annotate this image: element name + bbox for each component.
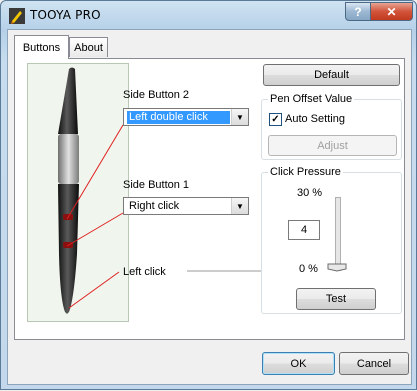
checkmark-icon: ✓: [271, 114, 280, 125]
tip-label: Left click: [123, 266, 166, 278]
cancel-button-label: Cancel: [356, 357, 392, 370]
pressure-value-box: 4: [288, 220, 320, 240]
side-button-2-label: Side Button 2: [123, 89, 190, 101]
pen-offset-legend: Pen Offset Value: [268, 93, 355, 105]
test-button[interactable]: Test: [296, 288, 376, 310]
cancel-button[interactable]: Cancel: [339, 352, 409, 375]
side-button-2-select[interactable]: Left double click ▼: [123, 108, 249, 126]
chevron-down-icon[interactable]: ▼: [231, 109, 248, 125]
auto-setting-label: Auto Setting: [285, 113, 345, 125]
pressure-max-label: 30 %: [297, 187, 323, 199]
adjust-button[interactable]: Adjust: [268, 135, 397, 156]
tab-buttons[interactable]: Buttons: [14, 35, 69, 59]
default-button[interactable]: Default: [263, 64, 400, 86]
callout-tip: [68, 271, 120, 309]
app-window: TOOYA PRO ? ✕ Buttons About Side Button …: [0, 0, 417, 390]
pressure-slider-thumb[interactable]: [327, 263, 347, 272]
ok-button-label: OK: [290, 357, 307, 370]
adjust-button-label: Adjust: [317, 139, 348, 152]
side-button-2-value: Left double click: [127, 111, 230, 124]
chevron-down-icon[interactable]: ▼: [231, 198, 248, 214]
pressure-min-label: 0 %: [299, 263, 318, 275]
default-button-label: Default: [314, 69, 349, 81]
callout-side-button-2: [66, 124, 124, 220]
ok-button[interactable]: OK: [262, 352, 335, 375]
callout-side-button-1: [66, 212, 124, 247]
side-button-1-label: Side Button 1: [123, 179, 190, 191]
side-button-1-select[interactable]: Right click ▼: [123, 197, 249, 215]
pressure-value: 4: [300, 224, 308, 236]
tab-buttons-label: Buttons: [22, 41, 61, 54]
test-button-label: Test: [325, 293, 347, 305]
side-button-1-value: Right click: [129, 200, 180, 212]
click-pressure-legend: Click Pressure: [268, 166, 343, 178]
pressure-slider-track[interactable]: [335, 197, 341, 271]
auto-setting-checkbox[interactable]: ✓: [269, 113, 282, 126]
